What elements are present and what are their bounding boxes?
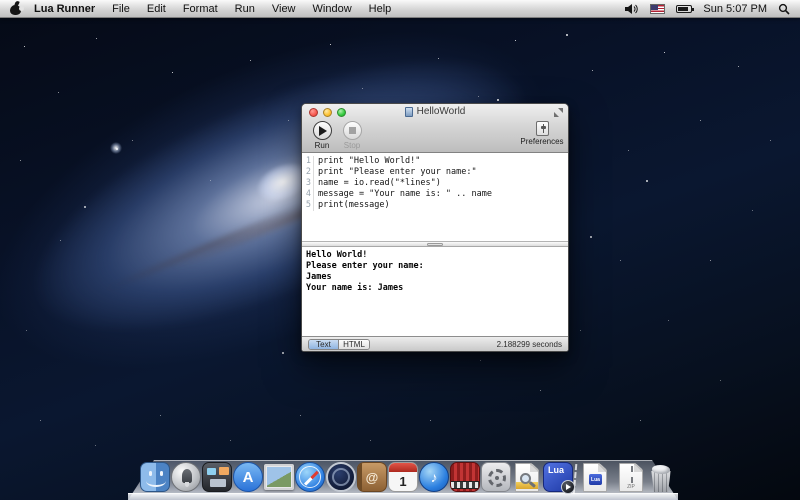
dock-lua-file-icon[interactable]: Lua bbox=[580, 462, 610, 492]
toolbar: Run Stop Preferences bbox=[302, 120, 568, 153]
menu-view[interactable]: View bbox=[272, 3, 296, 15]
lua-file-badge: Lua bbox=[589, 474, 602, 485]
input-source-us-flag-icon[interactable] bbox=[650, 4, 665, 14]
line-number: 1 bbox=[302, 156, 314, 167]
lua-run-badge bbox=[561, 480, 575, 494]
dock-dvd-player-icon[interactable] bbox=[450, 462, 480, 492]
menu-app-name[interactable]: Lua Runner bbox=[34, 3, 95, 15]
line-number: 4 bbox=[302, 189, 314, 200]
dock-trash-icon[interactable] bbox=[648, 462, 678, 492]
document-proxy-icon[interactable] bbox=[405, 107, 413, 117]
battery-icon[interactable] bbox=[676, 5, 692, 13]
code-text: print "Hello World!" bbox=[314, 156, 420, 167]
volume-icon[interactable] bbox=[625, 3, 639, 15]
fullscreen-icon[interactable] bbox=[553, 107, 564, 118]
code-line: 5 print(message) bbox=[302, 200, 568, 211]
dock-safari-icon[interactable] bbox=[295, 462, 325, 492]
status-bar: Text HTML 2.188299 seconds bbox=[302, 336, 568, 351]
dock-lua-runner-icon[interactable]: Lua bbox=[543, 462, 573, 492]
menu-bar: Lua Runner File Edit Format Run View Win… bbox=[0, 0, 800, 18]
dock-system-preferences-icon[interactable] bbox=[481, 462, 511, 492]
line-number: 2 bbox=[302, 167, 314, 178]
code-text: print(message) bbox=[314, 200, 390, 211]
segment-html[interactable]: HTML bbox=[339, 340, 369, 349]
address-book-at: @ bbox=[366, 470, 379, 485]
menu-help[interactable]: Help bbox=[369, 3, 392, 15]
menu-edit[interactable]: Edit bbox=[147, 3, 166, 15]
output-line: James bbox=[306, 272, 568, 283]
battery-level bbox=[678, 7, 688, 11]
title-bar[interactable]: HelloWorld bbox=[302, 104, 568, 120]
spotlight-icon[interactable] bbox=[778, 3, 790, 15]
line-number: 5 bbox=[302, 200, 314, 211]
dock-address-book-icon[interactable]: @ bbox=[357, 462, 387, 492]
code-line: 4 message = "Your name is: " .. name bbox=[302, 189, 568, 200]
code-line: 1 print "Hello World!" bbox=[302, 156, 568, 167]
code-line: 2 print "Please enter your name:" bbox=[302, 167, 568, 178]
zip-file-label: ZIP bbox=[620, 484, 642, 490]
code-text: message = "Your name is: " .. name bbox=[314, 189, 492, 200]
run-icon bbox=[313, 121, 332, 140]
run-button[interactable]: Run bbox=[308, 121, 336, 150]
apple-menu-icon[interactable] bbox=[10, 2, 22, 15]
output-line: Your name is: James bbox=[306, 283, 568, 294]
menu-format[interactable]: Format bbox=[183, 3, 218, 15]
window-chrome: HelloWorld Run Stop Preferenc bbox=[302, 104, 568, 153]
dock-pictures-icon[interactable] bbox=[264, 462, 294, 492]
menu-file[interactable]: File bbox=[112, 3, 130, 15]
window-title: HelloWorld bbox=[417, 106, 466, 117]
output-console[interactable]: Hello World! Please enter your name: Jam… bbox=[302, 247, 568, 338]
code-editor[interactable]: 1 print "Hello World!" 2 print "Please e… bbox=[302, 154, 568, 241]
line-number: 3 bbox=[302, 178, 314, 189]
preferences-icon bbox=[536, 121, 549, 136]
stop-button[interactable]: Stop bbox=[338, 121, 366, 150]
dock-mission-control-icon[interactable] bbox=[202, 462, 232, 492]
menu-clock[interactable]: Sun 5:07 PM bbox=[703, 3, 767, 15]
battery-nub bbox=[692, 8, 694, 11]
code-text: print "Please enter your name:" bbox=[314, 167, 477, 178]
output-mode-segmented-control: Text HTML bbox=[308, 339, 370, 350]
app-store-letter: A bbox=[243, 469, 254, 486]
dock-shelf-front bbox=[128, 493, 678, 500]
stop-label: Stop bbox=[338, 141, 366, 150]
elapsed-time: 2.188299 seconds bbox=[497, 340, 562, 349]
preferences-button[interactable]: Preferences bbox=[520, 121, 564, 146]
helloworld-window: HelloWorld Run Stop Preferenc bbox=[301, 103, 569, 352]
stop-icon bbox=[343, 121, 362, 140]
menu-run[interactable]: Run bbox=[235, 3, 255, 15]
run-label: Run bbox=[308, 141, 336, 150]
dock-finder-icon[interactable] bbox=[140, 462, 170, 492]
dock-quicktime-icon[interactable] bbox=[326, 462, 356, 492]
desktop: Lua Runner File Edit Format Run View Win… bbox=[0, 0, 800, 500]
code-line: 3 name = io.read("*lines") bbox=[302, 178, 568, 189]
dock-preview-icon[interactable] bbox=[512, 462, 542, 492]
flag-canton bbox=[651, 5, 658, 10]
split-dimple bbox=[427, 243, 443, 246]
preferences-label: Preferences bbox=[520, 137, 564, 146]
segment-text[interactable]: Text bbox=[309, 340, 339, 349]
dock: A @ 1 ♪ Lua bbox=[0, 448, 800, 500]
dock-app-store-icon[interactable]: A bbox=[233, 462, 263, 492]
apple-bite bbox=[19, 6, 24, 11]
dock-calendar-icon[interactable]: 1 bbox=[388, 462, 418, 492]
calendar-day: 1 bbox=[389, 472, 417, 491]
code-text: name = io.read("*lines") bbox=[314, 178, 441, 189]
bright-star bbox=[108, 140, 124, 156]
lua-app-label: Lua bbox=[548, 465, 564, 475]
output-line: Hello World! bbox=[306, 250, 568, 261]
menu-window[interactable]: Window bbox=[313, 3, 352, 15]
window-title-area: HelloWorld bbox=[302, 106, 568, 117]
output-line: Please enter your name: bbox=[306, 261, 568, 272]
dock-itunes-icon[interactable]: ♪ bbox=[419, 462, 449, 492]
dock-zip-file-icon[interactable]: ZIP bbox=[616, 462, 646, 492]
dock-launchpad-icon[interactable] bbox=[171, 462, 201, 492]
itunes-note: ♪ bbox=[431, 469, 438, 485]
